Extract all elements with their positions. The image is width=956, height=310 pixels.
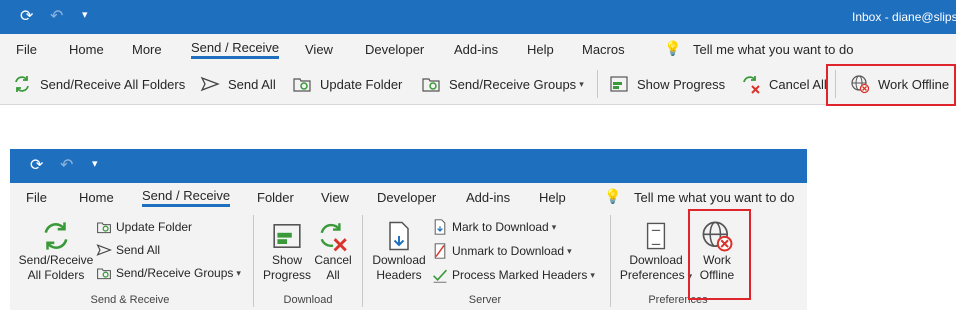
show-progress-button[interactable]: Show Progress [262, 219, 312, 283]
work-offline-highlight [826, 64, 956, 106]
send-receive-all-button[interactable]: Send/Receive All Folders [12, 68, 185, 100]
folder-sync-icon [97, 268, 111, 280]
send-icon [96, 244, 112, 256]
separator [253, 215, 254, 307]
unmark-download-icon [434, 243, 446, 259]
tab-help[interactable]: Help [527, 42, 554, 57]
tell-me-search[interactable]: Tell me what you want to do [693, 42, 853, 57]
undo-icon[interactable]: ↶ [60, 157, 73, 175]
send-receive-groups-button[interactable]: Send/Receive Groups ▾ [421, 68, 584, 100]
chevron-down-icon: ▾ [590, 269, 595, 280]
group-label-download: Download [283, 294, 333, 306]
refresh-icon[interactable]: ⟳ [30, 157, 43, 175]
progress-icon [273, 224, 301, 248]
customize-qat-icon[interactable]: ▾ [82, 6, 88, 24]
send-icon [200, 76, 220, 92]
sync-icon [15, 76, 29, 92]
tab-view[interactable]: View [305, 42, 333, 57]
send-all-button[interactable]: Send All [200, 68, 276, 100]
window-title: Inbox - diane@slips [852, 10, 956, 24]
tab-folder[interactable]: Folder [257, 190, 294, 205]
tab-add-ins[interactable]: Add-ins [466, 190, 510, 205]
mark-to-download-button[interactable]: Mark to Download ▾ [432, 217, 556, 237]
document-download-icon [646, 222, 666, 250]
lightbulb-icon: 💡 [604, 188, 622, 204]
chevron-down-icon: ▾ [236, 267, 241, 278]
send-receive-all-folders-button[interactable]: Send/Receive All Folders [18, 219, 94, 283]
tab-send-receive[interactable]: Send / Receive [142, 188, 231, 207]
download-preferences-button[interactable]: Download Preferences ▾ [618, 219, 694, 284]
send-receive-groups-button[interactable]: Send/Receive Groups ▾ [96, 263, 241, 283]
update-folder-button[interactable]: Update Folder [96, 217, 192, 237]
chevron-down-icon: ▾ [551, 221, 557, 232]
tab-help[interactable]: Help [539, 190, 566, 205]
group-label-server: Server [468, 294, 502, 306]
unmark-to-download-button[interactable]: Unmark to Download ▾ [432, 241, 572, 261]
lightbulb-icon: 💡 [664, 40, 682, 56]
download-headers-button[interactable]: Download Headers [368, 219, 430, 283]
title-bar: ⟳ ↶ ▾ Inbox - diane@slips [0, 0, 956, 34]
tell-me-search[interactable]: Tell me what you want to do [634, 190, 794, 205]
cancel-all-button[interactable]: Cancel All [312, 219, 354, 283]
tab-add-ins[interactable]: Add-ins [454, 42, 498, 57]
folder-sync-icon [97, 222, 111, 234]
show-progress-button[interactable]: Show Progress [609, 68, 725, 100]
customize-qat-icon[interactable]: ▾ [92, 155, 98, 173]
document-download-icon [389, 221, 409, 251]
cancel-sync-icon [743, 76, 760, 94]
cancel-sync-icon [320, 223, 347, 252]
chevron-down-icon: ▾ [567, 245, 572, 256]
folder-sync-icon [293, 78, 311, 92]
mark-download-icon [434, 219, 446, 235]
work-offline-highlight [688, 209, 751, 300]
tab-developer[interactable]: Developer [365, 42, 424, 57]
tab-view[interactable]: View [321, 190, 349, 205]
tab-more[interactable]: More [132, 42, 162, 57]
tab-home[interactable]: Home [69, 42, 104, 57]
chevron-down-icon: ▾ [579, 78, 584, 89]
update-folder-button[interactable]: Update Folder [292, 68, 402, 100]
send-all-button[interactable]: Send All [96, 240, 160, 260]
undo-icon[interactable]: ↶ [50, 8, 63, 26]
tab-home[interactable]: Home [79, 190, 114, 205]
folder-sync-icon [422, 78, 440, 92]
refresh-icon[interactable]: ⟳ [20, 8, 33, 26]
separator [610, 215, 611, 307]
checkmark-icon [433, 269, 447, 283]
group-label-send-receive: Send & Receive [90, 294, 170, 306]
sync-icon [44, 222, 68, 250]
tab-macros[interactable]: Macros [582, 42, 625, 57]
simplified-ribbon: Send/Receive All Folders Send All Update… [0, 64, 956, 105]
separator [597, 70, 598, 98]
ribbon-tabs: File Home Send / Receive Folder View Dev… [10, 183, 807, 211]
title-bar: ⟳ ↶ ▾ [10, 149, 807, 183]
tab-file[interactable]: File [26, 190, 47, 205]
process-marked-headers-button[interactable]: Process Marked Headers ▾ [432, 265, 595, 285]
progress-icon [610, 76, 628, 92]
tab-send-receive[interactable]: Send / Receive [191, 40, 280, 59]
ribbon-tabs: File Home More Send / Receive View Devel… [0, 34, 956, 64]
separator [362, 215, 363, 307]
cancel-all-button[interactable]: Cancel All [741, 68, 827, 100]
tab-developer[interactable]: Developer [377, 190, 436, 205]
tab-file[interactable]: File [16, 42, 37, 57]
